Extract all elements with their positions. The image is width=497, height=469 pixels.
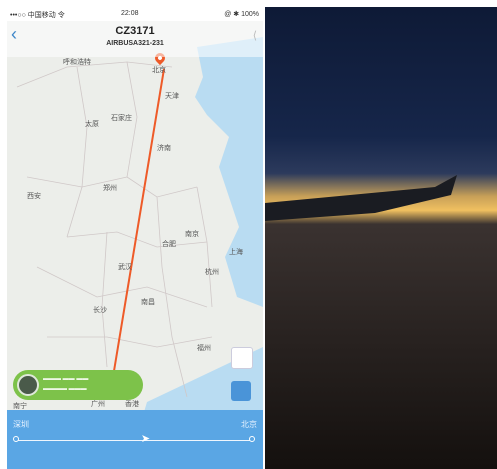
city-label: 北京: [152, 67, 166, 74]
city-label: 合肥: [162, 241, 176, 248]
chip-detail-line: ▬▬▬▬ ▬▬▬: [43, 386, 87, 392]
destination-dot-icon: [249, 436, 255, 442]
city-label: 石家庄: [111, 115, 132, 122]
city-label: 香港: [125, 401, 139, 408]
origin-city: 深圳: [13, 420, 29, 429]
flight-progress-panel: 深圳 北京 ➤: [7, 410, 263, 469]
wing-photo-image: [265, 7, 497, 469]
progress-track: [15, 440, 253, 441]
carrier-text: •••○○ 中国移动 令: [10, 12, 65, 19]
city-label: 南昌: [141, 299, 155, 306]
city-label: 长沙: [93, 307, 107, 314]
city-label: 广州: [91, 401, 105, 408]
city-label: 济南: [157, 145, 171, 152]
city-label: 上海: [229, 249, 243, 256]
destination-city: 北京: [241, 420, 257, 429]
chip-detail-line: ▬▬▬ ▬▬ ▬▬: [43, 376, 89, 382]
city-label: 西安: [27, 193, 41, 200]
city-label: 武汉: [118, 264, 132, 271]
flight-header: ‹ CZ3171 AIRBUSA321-231 ⟨: [7, 21, 263, 57]
share-map-icon[interactable]: [231, 381, 251, 401]
aircraft-avatar-icon: [17, 374, 39, 396]
clock-text: 22:08: [121, 10, 139, 17]
plane-info-chip[interactable]: ▬▬▬ ▬▬ ▬▬ ▬▬▬▬ ▬▬▬: [13, 370, 143, 400]
city-label: 天津: [165, 93, 179, 100]
plane-position-icon: ➤: [140, 433, 151, 445]
status-bar: •••○○ 中国移动 令 22:08 @ ✱ 100%: [7, 7, 263, 21]
city-label: 福州: [197, 345, 211, 352]
city-label: 杭州: [205, 269, 219, 276]
city-label: 郑州: [103, 185, 117, 192]
layer-toggle-icon[interactable]: [231, 347, 253, 369]
screenshot-collage: 北京 天津 呼和浩特 太原 石家庄 济南 郑州 西安 合肥 南京 上海 杭州 武…: [0, 0, 497, 469]
city-label: 太原: [85, 121, 99, 128]
flight-number: CZ3171: [115, 25, 155, 37]
flight-tracker-screen: 北京 天津 呼和浩特 太原 石家庄 济南 郑州 西安 合肥 南京 上海 杭州 武…: [7, 7, 263, 469]
battery-text: @ ✱ 100%: [224, 11, 259, 18]
share-icon[interactable]: ⟨: [253, 29, 257, 42]
airplane-wing-photo: [265, 7, 497, 469]
city-label: 呼和浩特: [63, 59, 91, 66]
origin-dot-icon: [13, 436, 19, 442]
city-label: 南京: [185, 231, 199, 238]
aircraft-type: AIRBUSA321-231: [106, 40, 164, 47]
